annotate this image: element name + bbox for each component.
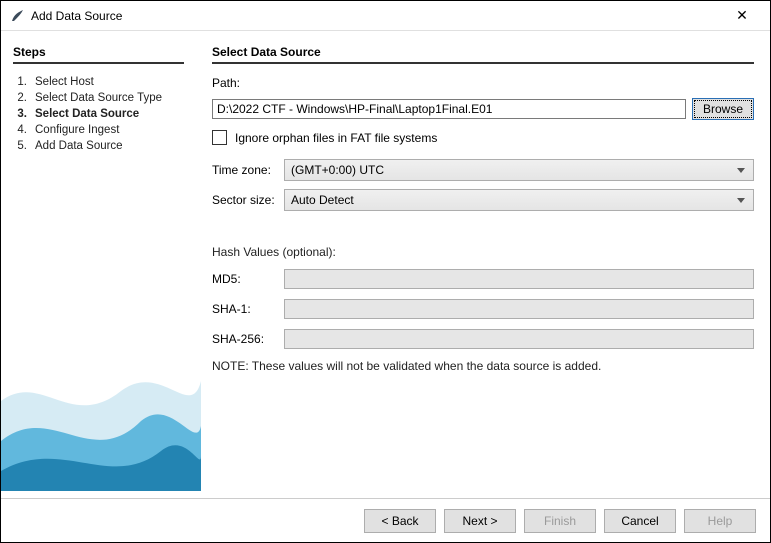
close-button[interactable]: ✕	[722, 2, 762, 30]
timezone-label: Time zone:	[212, 163, 284, 177]
finish-button: Finish	[524, 509, 596, 533]
sha1-input[interactable]	[284, 299, 754, 319]
titlebar: Add Data Source ✕	[1, 1, 770, 31]
steps-list: 1.Select Host 2.Select Data Source Type …	[13, 74, 184, 154]
md5-row: MD5:	[212, 269, 754, 289]
md5-label: MD5:	[212, 272, 284, 286]
path-section: Path:	[212, 76, 754, 90]
steps-sidebar: Steps 1.Select Host 2.Select Data Source…	[1, 31, 196, 491]
main-area: Steps 1.Select Host 2.Select Data Source…	[1, 31, 770, 491]
orphan-label: Ignore orphan files in FAT file systems	[235, 131, 437, 145]
sector-row: Sector size: Auto Detect	[212, 189, 754, 211]
timezone-select[interactable]: (GMT+0:00) UTC	[284, 159, 754, 181]
window-title: Add Data Source	[31, 9, 722, 23]
next-button[interactable]: Next >	[444, 509, 516, 533]
help-button: Help	[684, 509, 756, 533]
wave-decoration	[1, 341, 201, 491]
path-input[interactable]	[212, 99, 686, 119]
back-button[interactable]: < Back	[364, 509, 436, 533]
app-icon	[9, 8, 25, 24]
cancel-button[interactable]: Cancel	[604, 509, 676, 533]
note-text: NOTE: These values will not be validated…	[212, 359, 754, 373]
path-row: Browse	[212, 98, 754, 120]
md5-input[interactable]	[284, 269, 754, 289]
step-item-current: 3.Select Data Source	[13, 106, 184, 122]
orphan-checkbox[interactable]	[212, 130, 227, 145]
step-item: 4.Configure Ingest	[13, 122, 184, 138]
timezone-row: Time zone: (GMT+0:00) UTC	[212, 159, 754, 181]
content-panel: Select Data Source Path: Browse Ignore o…	[196, 31, 770, 491]
step-item: 1.Select Host	[13, 74, 184, 90]
sha256-input[interactable]	[284, 329, 754, 349]
step-item: 5.Add Data Source	[13, 138, 184, 154]
footer: < Back Next > Finish Cancel Help	[1, 498, 770, 542]
browse-button[interactable]: Browse	[692, 98, 754, 120]
sha1-row: SHA-1:	[212, 299, 754, 319]
sha1-label: SHA-1:	[212, 302, 284, 316]
orphan-checkbox-row: Ignore orphan files in FAT file systems	[212, 130, 754, 145]
sector-select[interactable]: Auto Detect	[284, 189, 754, 211]
steps-heading: Steps	[13, 45, 184, 64]
sha256-label: SHA-256:	[212, 332, 284, 346]
hash-heading: Hash Values (optional):	[212, 245, 754, 259]
step-item: 2.Select Data Source Type	[13, 90, 184, 106]
sha256-row: SHA-256:	[212, 329, 754, 349]
content-heading: Select Data Source	[212, 45, 754, 64]
path-label: Path:	[212, 76, 284, 90]
sector-label: Sector size:	[212, 193, 284, 207]
